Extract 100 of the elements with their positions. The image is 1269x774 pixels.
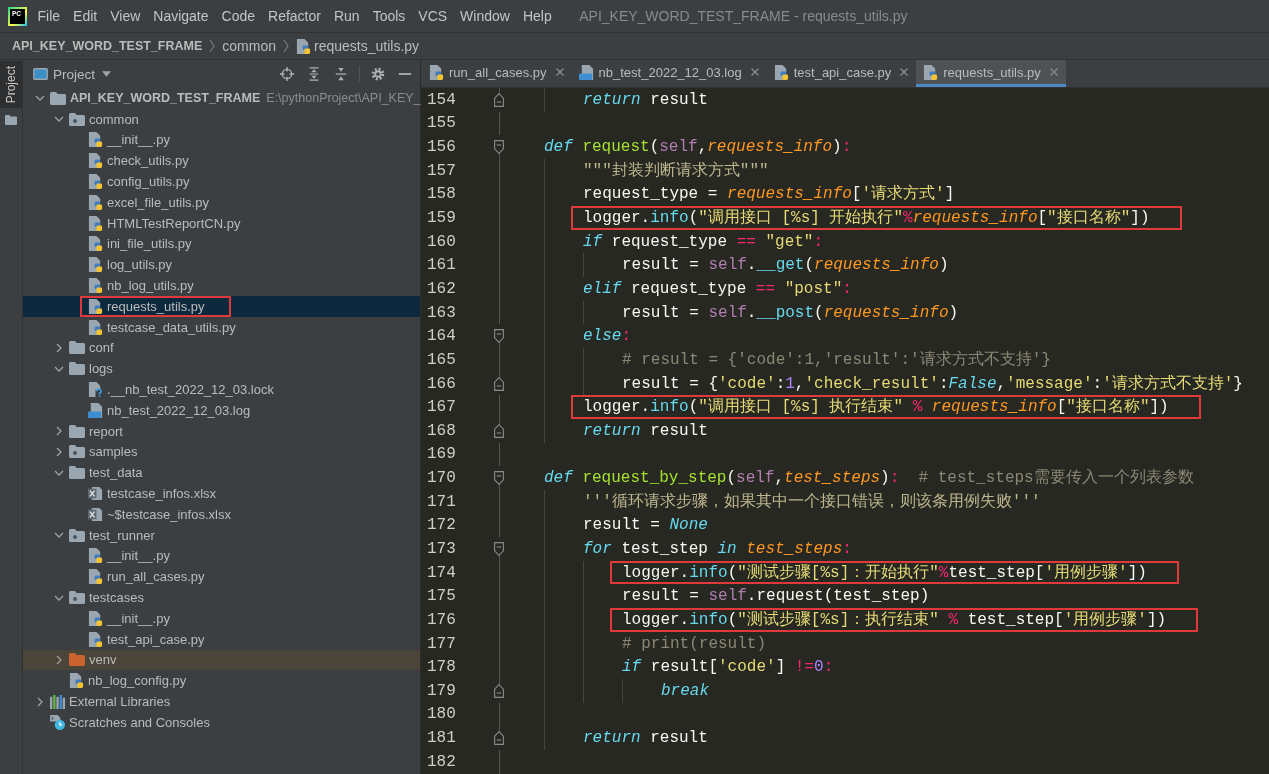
- tree-item[interactable]: ~$testcase_infos.xlsx: [23, 503, 420, 525]
- chevron-right-icon[interactable]: [56, 446, 62, 457]
- tree-item[interactable]: test_runner: [23, 524, 420, 546]
- editor-tab[interactable]: run_all_cases.py: [422, 60, 572, 87]
- python-file-icon: [88, 132, 103, 148]
- code-line: """封装判断请求方式""": [583, 160, 769, 181]
- editor-tab[interactable]: requests_utils.py: [916, 60, 1066, 87]
- tree-item[interactable]: API_KEY_WORD_TEST_FRAME E:\pythonProject\API_KEY_: [23, 88, 420, 109]
- line-number: 182: [427, 752, 456, 771]
- menu-item[interactable]: View: [104, 4, 147, 28]
- view-dropdown[interactable]: Project: [53, 66, 112, 82]
- tree-item[interactable]: nb_log_utils.py: [23, 275, 420, 296]
- menu-item[interactable]: VCS: [412, 4, 454, 28]
- breadcrumb-item[interactable]: common: [222, 38, 276, 54]
- close-icon[interactable]: [750, 68, 759, 76]
- fold-marker-icon[interactable]: [494, 731, 504, 746]
- tree-item[interactable]: External Libraries: [23, 691, 420, 712]
- tree-item[interactable]: report: [23, 420, 420, 442]
- fold-marker-icon[interactable]: [494, 542, 504, 556]
- tree-item[interactable]: config_utils.py: [23, 171, 420, 192]
- line-number: 173: [427, 540, 456, 558]
- code-line: '''循环请求步骤，如果其中一个接口错误，则该条用例失败''': [583, 491, 1041, 512]
- tree-item[interactable]: __init__.py: [23, 129, 420, 151]
- menu-item[interactable]: Run: [327, 4, 366, 28]
- tree-item[interactable]: Scratches and Consoles: [23, 711, 420, 733]
- tree-item[interactable]: nb_test_2022_12_03.log: [23, 399, 420, 421]
- code-line: result = {'code':1,'check_result':False,'message':'请求方式不支持'}: [622, 373, 1243, 394]
- menu-item[interactable]: Code: [215, 4, 261, 28]
- code-line: for test_step in test_steps:: [583, 539, 852, 559]
- settings-icon[interactable]: [371, 67, 385, 81]
- fold-marker-icon[interactable]: [494, 140, 504, 155]
- tree-item[interactable]: venv: [23, 649, 420, 671]
- fold-marker-icon[interactable]: [494, 471, 504, 486]
- tree-item[interactable]: run_all_cases.py: [23, 566, 420, 588]
- code-line: # print(result): [622, 633, 767, 654]
- close-icon[interactable]: [1049, 68, 1058, 76]
- tool-window-tab[interactable]: Project: [0, 61, 22, 109]
- spreadsheet-file-icon: [88, 506, 103, 522]
- tree-item[interactable]: test_data: [23, 462, 420, 484]
- fold-marker-icon[interactable]: [494, 376, 504, 391]
- tree-item[interactable]: log_utils.py: [23, 254, 420, 276]
- close-icon[interactable]: [555, 68, 564, 76]
- fold-marker-icon[interactable]: [494, 683, 504, 698]
- line-number: 159: [427, 209, 456, 227]
- tree-item[interactable]: samples: [23, 441, 420, 463]
- chevron-right-icon[interactable]: [56, 654, 62, 665]
- tree-item[interactable]: HTMLTestReportCN.py: [23, 212, 420, 234]
- tree-item[interactable]: testcase_infos.xlsx: [23, 483, 420, 504]
- tree-item[interactable]: excel_file_utils.py: [23, 192, 420, 213]
- fold-marker-icon[interactable]: [494, 92, 504, 107]
- line-number: 156: [427, 138, 456, 157]
- menu-item[interactable]: Window: [454, 4, 516, 28]
- python-file-icon: [429, 64, 444, 80]
- editor-tab[interactable]: test_api_case.py: [766, 60, 917, 87]
- code-line: return result: [583, 89, 708, 110]
- python-file-icon: [88, 215, 103, 231]
- tree-item[interactable]: .__nb_test_2022_12_03.lock: [23, 379, 420, 400]
- tree-item[interactable]: test_api_case.py: [23, 628, 420, 650]
- chevron-right-icon[interactable]: [56, 342, 62, 353]
- breadcrumb-item[interactable]: requests_utils.py: [296, 38, 420, 54]
- menu-item[interactable]: Edit: [67, 4, 104, 28]
- tree-item[interactable]: nb_log_config.py: [23, 670, 420, 692]
- breadcrumb-item[interactable]: API_KEY_WORD_TEST_FRAME: [12, 39, 203, 53]
- tree-item[interactable]: ini_file_utils.py: [23, 233, 420, 255]
- tree-item[interactable]: testcases: [23, 587, 420, 608]
- tree-item[interactable]: check_utils.py: [23, 150, 420, 172]
- expand-all-icon[interactable]: [307, 67, 321, 81]
- menu-item[interactable]: File: [31, 4, 67, 28]
- chevron-down-icon[interactable]: [54, 532, 64, 539]
- menu-item[interactable]: Refactor: [262, 4, 327, 28]
- chevron-right-icon[interactable]: [37, 696, 43, 707]
- monitor-icon: [33, 68, 48, 80]
- chevron-down-icon[interactable]: [54, 116, 64, 123]
- fold-marker-icon[interactable]: [494, 423, 504, 438]
- chevron-down-icon[interactable]: [54, 365, 64, 372]
- crosshair-icon[interactable]: [280, 67, 294, 81]
- menu-item[interactable]: Navigate: [147, 4, 215, 28]
- tree-item[interactable]: __init__.py: [23, 607, 420, 629]
- tree-item[interactable]: conf: [23, 337, 420, 359]
- chevron-down-icon[interactable]: [35, 95, 45, 102]
- fold-marker-icon[interactable]: [494, 329, 504, 344]
- editor-tab[interactable]: nb_test_2022_12_03.log: [571, 60, 767, 87]
- line-number: 176: [427, 610, 456, 629]
- close-icon[interactable]: [900, 68, 909, 76]
- tree-item[interactable]: requests_utils.py: [23, 295, 420, 317]
- collapse-all-icon[interactable]: [334, 67, 348, 81]
- chevron-down-icon[interactable]: [54, 594, 64, 601]
- code-line: return result: [583, 420, 708, 441]
- line-number: 170: [427, 469, 456, 488]
- tree-item[interactable]: testcase_data_utils.py: [23, 316, 420, 338]
- folder-icon[interactable]: [5, 115, 17, 126]
- menu-item[interactable]: Tools: [366, 4, 412, 28]
- tree-item[interactable]: __init__.py: [23, 545, 420, 567]
- tree-item[interactable]: logs: [23, 358, 420, 380]
- chevron-right-icon[interactable]: [56, 426, 62, 437]
- tree-item[interactable]: common: [23, 108, 420, 130]
- python-file-icon: [69, 673, 84, 689]
- chevron-down-icon[interactable]: [54, 469, 64, 476]
- code-line: elif request_type == "post":: [583, 278, 852, 299]
- menu-item[interactable]: Help: [516, 4, 558, 28]
